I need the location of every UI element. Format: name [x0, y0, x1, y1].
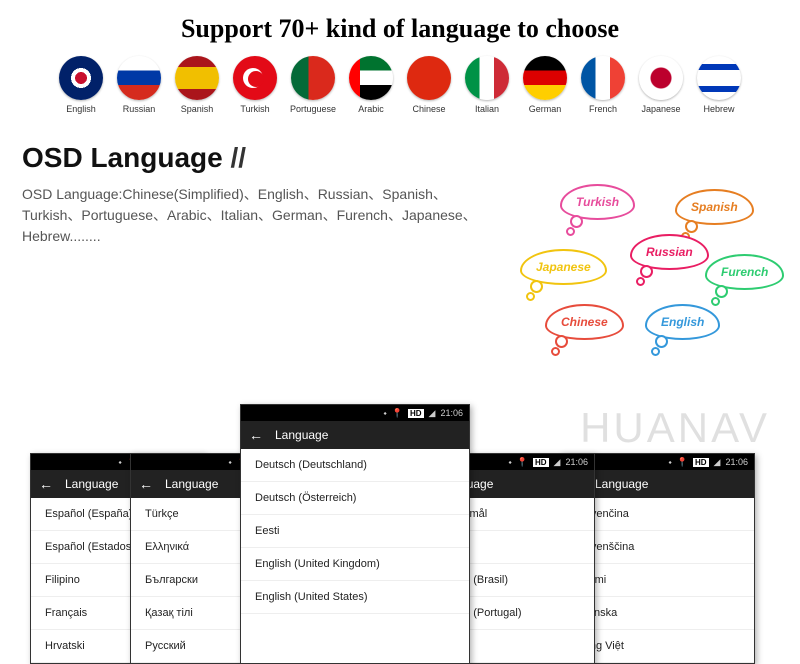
language-item[interactable]: English (United States) — [241, 581, 469, 614]
gps-icon: ⬩ — [119, 457, 122, 468]
flag-icon — [349, 56, 393, 100]
cloud-english: English — [645, 304, 720, 340]
status-bar: ⬩ 📍 HD ◢ 21:06 — [241, 405, 469, 421]
osd-description: OSD Language:Chinese(Simplified)、English… — [22, 184, 502, 247]
screen-title: Language — [275, 428, 328, 442]
flag-icon — [407, 56, 451, 100]
osd-title: OSD Language // — [22, 142, 800, 174]
flag-english: English — [57, 56, 105, 114]
flag-label: Russian — [123, 104, 156, 114]
flag-label: Turkish — [240, 104, 269, 114]
flag-label: English — [66, 104, 96, 114]
gps-icon: ⬩ — [229, 457, 232, 468]
flag-icon — [117, 56, 161, 100]
cloud-russian: Russian — [630, 234, 709, 270]
headline: Support 70+ kind of language to choose — [0, 14, 800, 44]
flag-label: Portuguese — [290, 104, 336, 114]
flag-icon — [465, 56, 509, 100]
screen-title: Language — [595, 477, 648, 491]
hd-badge: HD — [533, 458, 549, 467]
flag-portuguese: Portuguese — [289, 56, 337, 114]
cloud-chinese: Chinese — [545, 304, 624, 340]
flag-italian: Italian — [463, 56, 511, 114]
flag-icon — [581, 56, 625, 100]
flag-french: French — [579, 56, 627, 114]
flag-german: German — [521, 56, 569, 114]
flag-label: German — [529, 104, 562, 114]
signal-icon: ◢ — [554, 457, 561, 468]
flag-hebrew: Hebrew — [695, 56, 743, 114]
gps-icon: ⬩ — [509, 457, 512, 468]
screen-title: Language — [65, 477, 118, 491]
status-time: 21:06 — [565, 457, 588, 467]
osd-title-text: OSD Language — [22, 142, 223, 173]
hd-badge: HD — [408, 409, 424, 418]
flag-label: Japanese — [641, 104, 680, 114]
flag-japanese: Japanese — [637, 56, 685, 114]
flag-russian: Russian — [115, 56, 163, 114]
gps-icon: ⬩ — [384, 408, 387, 419]
status-time: 21:06 — [725, 457, 748, 467]
flags-row: English Russian Spanish Turkish Portuguese Ar… — [0, 56, 800, 114]
back-arrow-icon[interactable]: ← — [249, 427, 263, 443]
flag-label: Italian — [475, 104, 499, 114]
flag-label: Chinese — [412, 104, 445, 114]
flag-turkish: Turkish — [231, 56, 279, 114]
flag-spanish: Spanish — [173, 56, 221, 114]
flag-icon — [175, 56, 219, 100]
location-icon: 📍 — [517, 457, 528, 468]
cloud-turkish: Turkish — [560, 184, 635, 220]
back-arrow-icon[interactable]: ← — [139, 476, 153, 492]
flag-label: Hebrew — [703, 104, 734, 114]
screenshots-group: ⬩📍HD◢21:06←LanguageEspañol (España)Españ… — [0, 364, 800, 654]
gps-icon: ⬩ — [669, 457, 672, 468]
cloud-japanese: Japanese — [520, 249, 607, 285]
cloud-furench: Furench — [705, 254, 784, 290]
flag-icon — [233, 56, 277, 100]
location-icon: 📍 — [392, 408, 403, 419]
status-time: 21:06 — [440, 408, 463, 418]
flag-label: French — [589, 104, 617, 114]
cloud-spanish: Spanish — [675, 189, 754, 225]
osd-slashes: // — [223, 142, 246, 173]
flag-icon — [291, 56, 335, 100]
language-item[interactable]: Deutsch (Österreich) — [241, 482, 469, 515]
screen-body: Deutsch (Deutschland)Deutsch (Österreich… — [241, 449, 469, 614]
flag-icon — [639, 56, 683, 100]
flag-icon — [697, 56, 741, 100]
hd-badge: HD — [693, 458, 709, 467]
back-arrow-icon[interactable]: ← — [39, 476, 53, 492]
screenshot-3: ⬩ 📍 HD ◢ 21:06 ← Language Deutsch (Deutschland)… — [240, 404, 470, 664]
flag-icon — [59, 56, 103, 100]
screen-title: Language — [165, 477, 218, 491]
screen-header: ← Language — [241, 421, 469, 449]
flag-arabic: Arabic — [347, 56, 395, 114]
signal-icon: ◢ — [429, 408, 436, 419]
clouds-group: Turkish Spanish Russian Japanese Furench… — [520, 184, 780, 354]
flag-label: Arabic — [358, 104, 384, 114]
signal-icon: ◢ — [714, 457, 721, 468]
flag-icon — [523, 56, 567, 100]
language-item[interactable]: English (United Kingdom) — [241, 548, 469, 581]
flag-label: Spanish — [181, 104, 214, 114]
language-item[interactable]: Eesti — [241, 515, 469, 548]
flag-chinese: Chinese — [405, 56, 453, 114]
location-icon: 📍 — [677, 457, 688, 468]
language-item[interactable]: Deutsch (Deutschland) — [241, 449, 469, 482]
